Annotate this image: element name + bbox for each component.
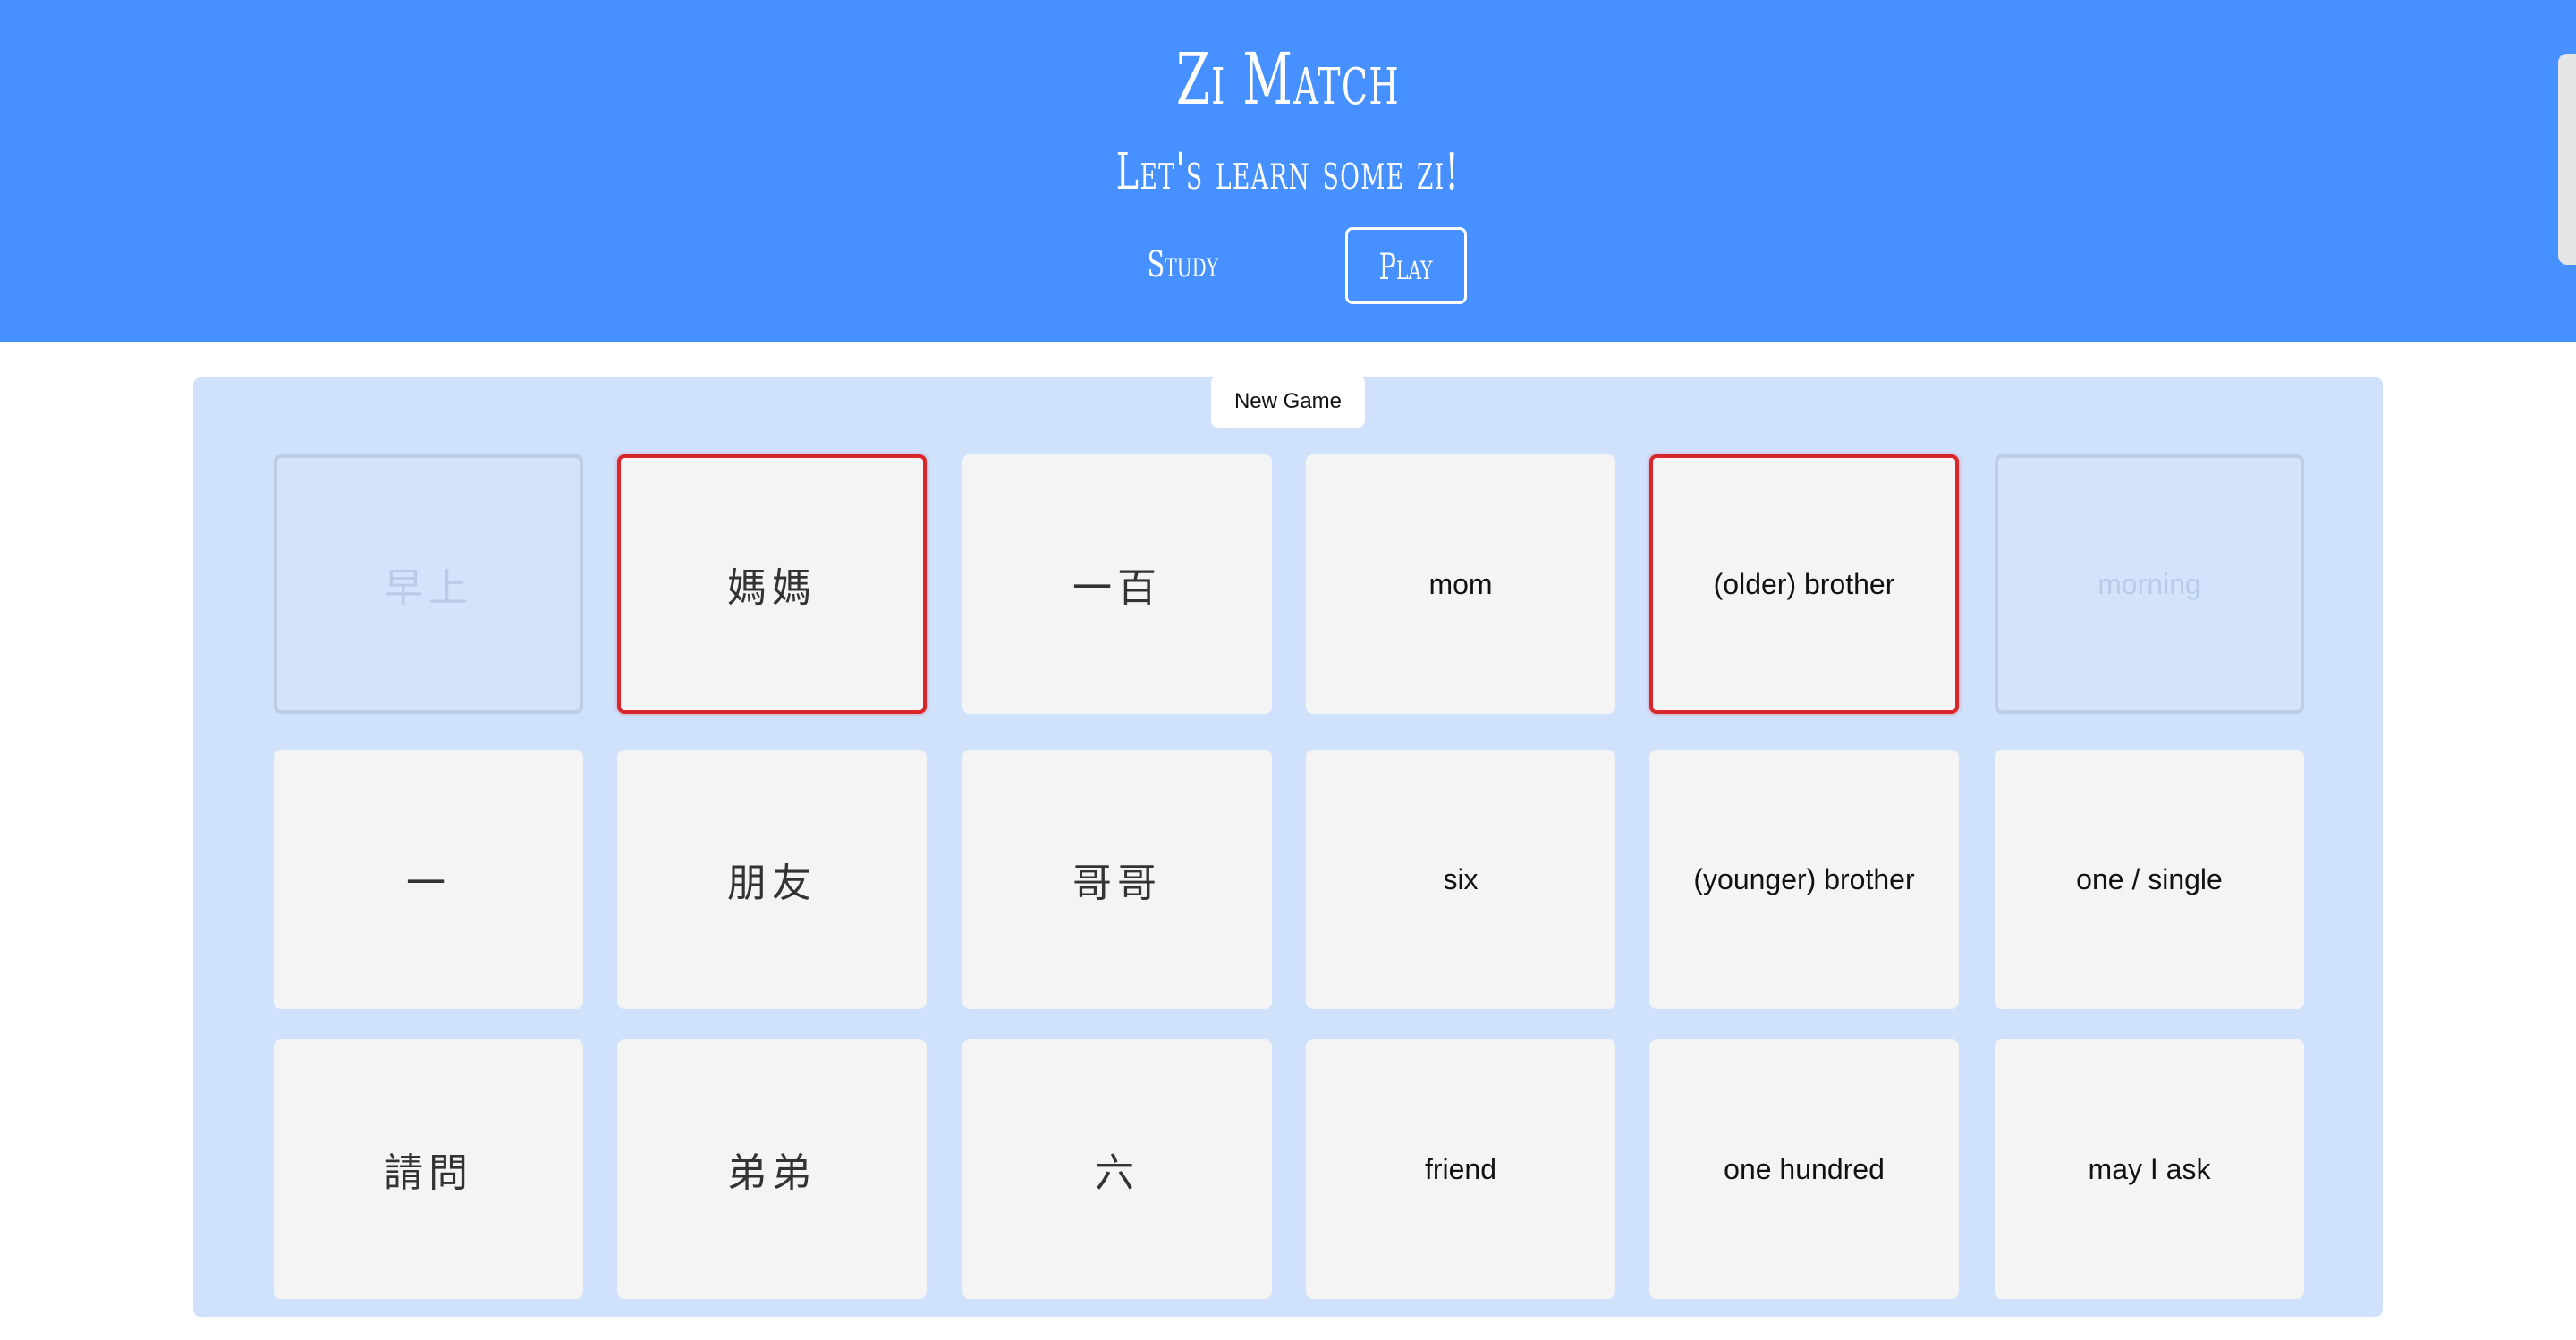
card-text: mom bbox=[1428, 567, 1493, 600]
app-subtitle: Let's learn some zi! bbox=[1115, 143, 1461, 201]
card-text: (older) brother bbox=[1713, 567, 1895, 600]
nav-play-link[interactable]: Play bbox=[1345, 227, 1467, 304]
card-mama[interactable]: 媽媽 bbox=[617, 454, 927, 714]
card-qingwen[interactable]: 請問 bbox=[274, 1039, 583, 1299]
card-text: 六 bbox=[1095, 1150, 1140, 1196]
card-may-i-ask[interactable]: may I ask bbox=[1995, 1039, 2304, 1299]
card-older-brother[interactable]: (older) brother bbox=[1649, 454, 1959, 714]
app-header: Zi Match Let's learn some zi! Study Play bbox=[0, 0, 2576, 342]
card-text: may I ask bbox=[2088, 1152, 2211, 1185]
card-text: one / single bbox=[2076, 862, 2223, 895]
card-text: (younger) brother bbox=[1693, 862, 1915, 895]
new-game-button[interactable]: New Game bbox=[1211, 376, 1365, 428]
card-text: 媽媽 bbox=[727, 565, 817, 611]
card-liu[interactable]: 六 bbox=[962, 1039, 1272, 1299]
card-mom[interactable]: mom bbox=[1306, 454, 1615, 714]
card-six[interactable]: six bbox=[1306, 750, 1615, 1009]
nav-play-label: Play bbox=[1379, 247, 1433, 288]
app-title: Zi Match bbox=[1176, 38, 1400, 121]
card-friend[interactable]: friend bbox=[1306, 1039, 1615, 1299]
scrollbar-thumb[interactable] bbox=[2558, 54, 2576, 265]
card-younger-brother[interactable]: (younger) brother bbox=[1649, 750, 1959, 1009]
card-text: 弟弟 bbox=[727, 1150, 817, 1196]
card-one-single[interactable]: one / single bbox=[1995, 750, 2304, 1009]
card-yi[interactable]: 一 bbox=[274, 750, 583, 1009]
card-text: 請問 bbox=[384, 1150, 473, 1196]
nav-study-label: Study bbox=[1147, 244, 1218, 285]
card-yibai[interactable]: 一百 bbox=[962, 454, 1272, 714]
card-text: 一 bbox=[406, 861, 451, 906]
card-gege[interactable]: 哥哥 bbox=[962, 750, 1272, 1009]
card-text: 一百 bbox=[1072, 565, 1162, 611]
card-text: 哥哥 bbox=[1072, 861, 1162, 906]
card-text: 早上 bbox=[384, 565, 473, 611]
card-pengyou[interactable]: 朋友 bbox=[617, 750, 927, 1009]
card-text: six bbox=[1443, 862, 1479, 895]
card-one-hundred[interactable]: one hundred bbox=[1649, 1039, 1959, 1299]
card-text: 朋友 bbox=[727, 861, 817, 906]
card-didi[interactable]: 弟弟 bbox=[617, 1039, 927, 1299]
card-text: one hundred bbox=[1724, 1152, 1885, 1185]
nav-study-link[interactable]: Study bbox=[1113, 227, 1252, 304]
card-zaoshang[interactable]: 早上 bbox=[274, 454, 583, 714]
card-text: friend bbox=[1424, 1152, 1497, 1185]
card-text: morning bbox=[2097, 567, 2201, 600]
card-morning[interactable]: morning bbox=[1995, 454, 2304, 714]
